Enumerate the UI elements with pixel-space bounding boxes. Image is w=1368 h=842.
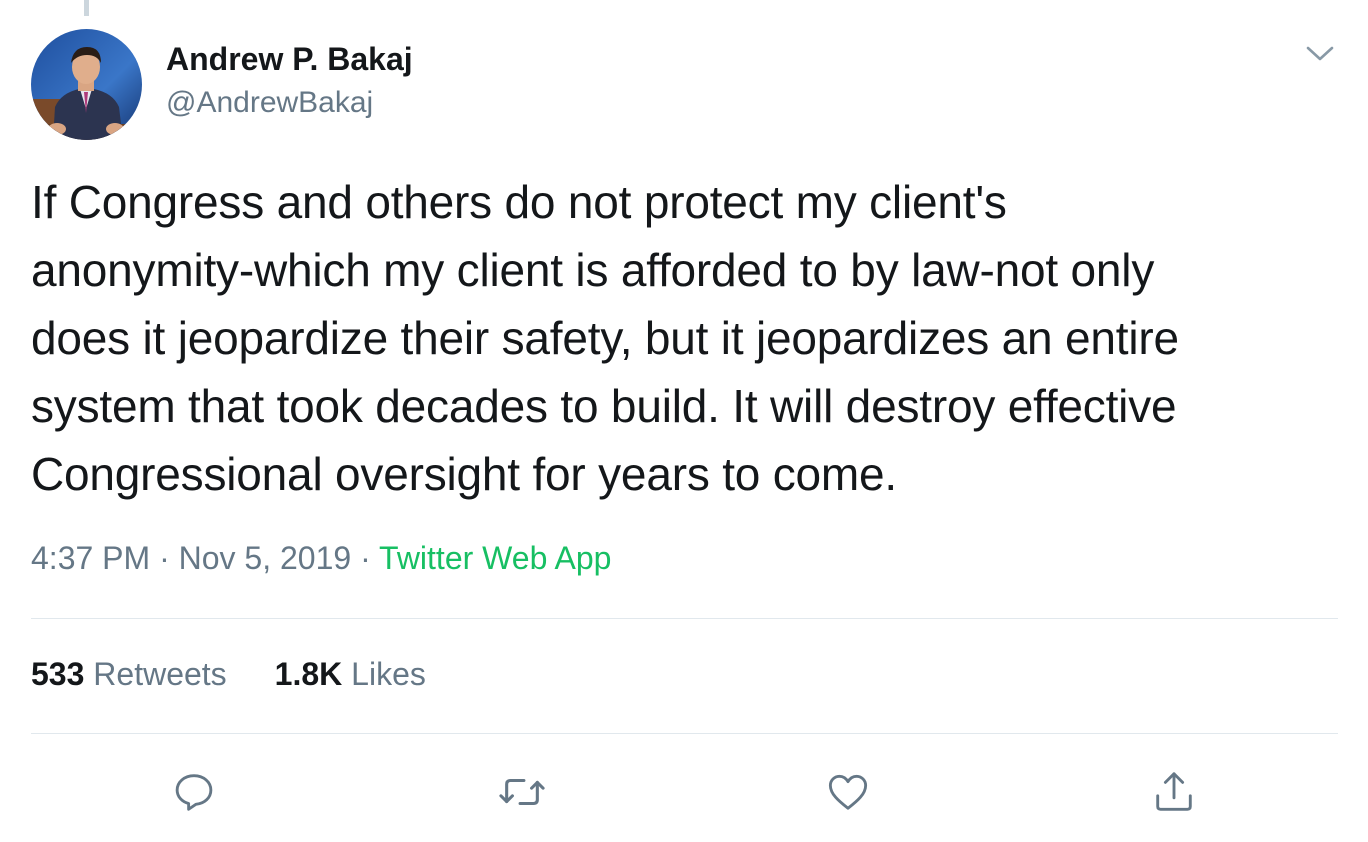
tweet-timestamp[interactable]: 4:37 PM	[31, 540, 150, 576]
likes-stat[interactable]: 1.8K Likes	[275, 656, 426, 693]
share-icon	[1156, 772, 1192, 811]
tweet-text-line: anonymity-which my client is afforded to…	[31, 244, 1155, 296]
retweets-label: Retweets	[93, 656, 227, 692]
heart-icon	[828, 774, 868, 810]
author-name[interactable]: Andrew P. Bakaj	[166, 41, 413, 78]
tweet-text-line: If Congress and others do not protect my…	[31, 176, 1007, 228]
tweet-text-line: system that took decades to build. It wi…	[31, 380, 1177, 432]
meta-separator: ·	[150, 540, 179, 576]
tweet-text: If Congress and others do not protect my…	[31, 168, 1341, 508]
tweet-date[interactable]: Nov 5, 2019	[179, 540, 352, 576]
thread-connector-line	[84, 0, 89, 16]
likes-label: Likes	[351, 656, 426, 692]
likes-count: 1.8K	[274, 656, 343, 692]
tweet-metadata: 4:37 PM · Nov 5, 2019 · Twitter Web App	[31, 540, 611, 577]
tweet-actions-bar	[0, 762, 1368, 822]
retweets-count: 533	[31, 656, 85, 692]
divider	[31, 733, 1338, 734]
retweets-stat[interactable]: 533 Retweets	[31, 656, 227, 693]
engagement-stats: 533 Retweets 1.8K Likes	[31, 656, 426, 693]
chevron-down-icon	[1306, 46, 1334, 61]
share-button[interactable]	[1144, 762, 1204, 822]
tweet-text-line: Congressional oversight for years to com…	[31, 448, 898, 500]
tweet-source-link[interactable]: Twitter Web App	[379, 540, 611, 576]
tweet-options-button[interactable]	[1300, 38, 1340, 70]
meta-separator: ·	[351, 540, 380, 576]
retweet-button[interactable]	[492, 762, 552, 822]
avatar-image	[31, 29, 142, 140]
tweet-text-line: does it jeopardize their safety, but it …	[31, 312, 1179, 364]
reply-icon	[175, 774, 213, 811]
reply-button[interactable]	[164, 762, 224, 822]
retweet-icon	[499, 778, 545, 806]
avatar[interactable]	[31, 29, 142, 140]
author-handle[interactable]: @AndrewBakaj	[166, 86, 373, 120]
like-button[interactable]	[818, 762, 878, 822]
divider	[31, 618, 1338, 619]
